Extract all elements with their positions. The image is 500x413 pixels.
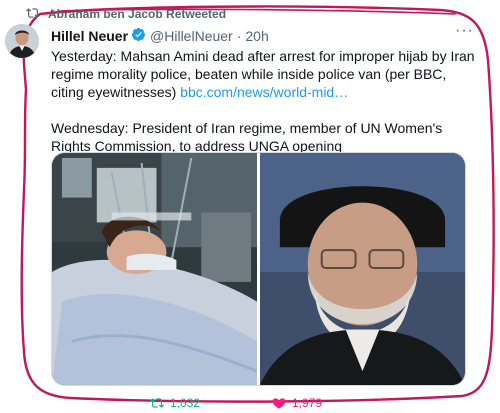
tweet-line-2: Wednesday: President of Iran regime, mem… [51,120,443,154]
article-link[interactable]: bbc.com/news/world-mid… [180,84,348,100]
retweet-action-icon [150,398,164,408]
action-bar: 1,032 1,979 [0,396,500,413]
author-name[interactable]: Hillel Neuer [51,28,128,44]
retweet-count: 1,032 [170,396,201,410]
hospital-photo[interactable] [52,153,257,385]
retweet-label: Abraham ben Jacob Retweeted [48,7,227,21]
avatar[interactable] [5,24,39,58]
separator: · [236,28,242,44]
media-grid [51,152,466,386]
verified-badge-icon [128,27,150,45]
tweet-text: Yesterday: Mahsan Amini dead after arres… [51,47,476,155]
retweet-button[interactable]: 1,032 [150,396,200,410]
like-count: 1,979 [292,396,323,410]
author-handle[interactable]: @HillelNeuer [150,28,233,44]
like-button[interactable]: 1,979 [272,396,322,410]
retweet-context[interactable]: Abraham ben Jacob Retweeted [26,6,226,22]
portrait-photo[interactable] [260,153,465,385]
more-options-icon[interactable]: ··· [455,22,474,40]
timestamp[interactable]: 20h [245,28,268,44]
retweet-icon [26,6,40,23]
heart-icon [272,398,286,409]
tweet-header: Hillel Neuer @HillelNeuer · 20h [51,27,269,45]
